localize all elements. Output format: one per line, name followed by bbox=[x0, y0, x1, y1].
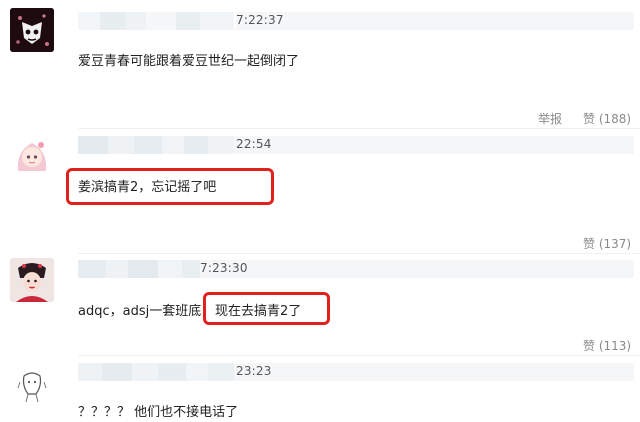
divider bbox=[78, 128, 640, 129]
comment-time: 23:23 bbox=[236, 364, 272, 378]
comment-text-part-a: adqc，adsj一套班底， bbox=[78, 304, 215, 319]
avatar[interactable] bbox=[10, 133, 54, 177]
meta-blurred bbox=[236, 12, 634, 30]
comment-text: ？？？？ 他们也不接电话了 bbox=[78, 405, 239, 420]
divider bbox=[78, 355, 640, 356]
like-label: 赞 bbox=[583, 112, 596, 126]
report-link[interactable]: 举报 bbox=[538, 110, 562, 127]
like-label: 赞 bbox=[583, 339, 596, 353]
avatar[interactable] bbox=[10, 362, 54, 406]
username-blurred[interactable] bbox=[78, 260, 200, 278]
avatar[interactable] bbox=[10, 258, 54, 302]
highlight-box bbox=[203, 292, 330, 325]
like-button[interactable]: 赞 (188) bbox=[583, 110, 631, 127]
comment-text: 爱豆青春可能跟着爱豆世纪一起倒闭了 bbox=[78, 54, 300, 69]
avatar-anime-girl-icon bbox=[10, 133, 54, 177]
meta-blurred bbox=[234, 136, 634, 154]
divider bbox=[78, 253, 640, 254]
comment-time: 7:23:30 bbox=[200, 261, 248, 275]
like-button[interactable]: 赞 (113) bbox=[583, 337, 631, 354]
meta-blurred bbox=[200, 260, 634, 278]
comment-time: 7:22:37 bbox=[236, 13, 284, 27]
like-count: (188) bbox=[598, 112, 632, 126]
like-label: 赞 bbox=[583, 237, 596, 251]
username-blurred[interactable] bbox=[78, 12, 234, 30]
like-count: (137) bbox=[598, 237, 632, 251]
avatar-dark-cartoon-icon bbox=[10, 8, 54, 52]
like-button[interactable]: 赞 (137) bbox=[583, 235, 631, 252]
comment-time: 22:54 bbox=[236, 137, 272, 151]
username-blurred[interactable] bbox=[78, 363, 234, 381]
avatar[interactable] bbox=[10, 8, 54, 52]
highlight-box bbox=[66, 168, 274, 205]
like-count: (113) bbox=[598, 339, 632, 353]
avatar-opera-woman-icon bbox=[10, 258, 54, 302]
avatar-sketch-icon bbox=[10, 362, 54, 406]
meta-blurred bbox=[234, 363, 634, 381]
username-blurred[interactable] bbox=[78, 136, 234, 154]
